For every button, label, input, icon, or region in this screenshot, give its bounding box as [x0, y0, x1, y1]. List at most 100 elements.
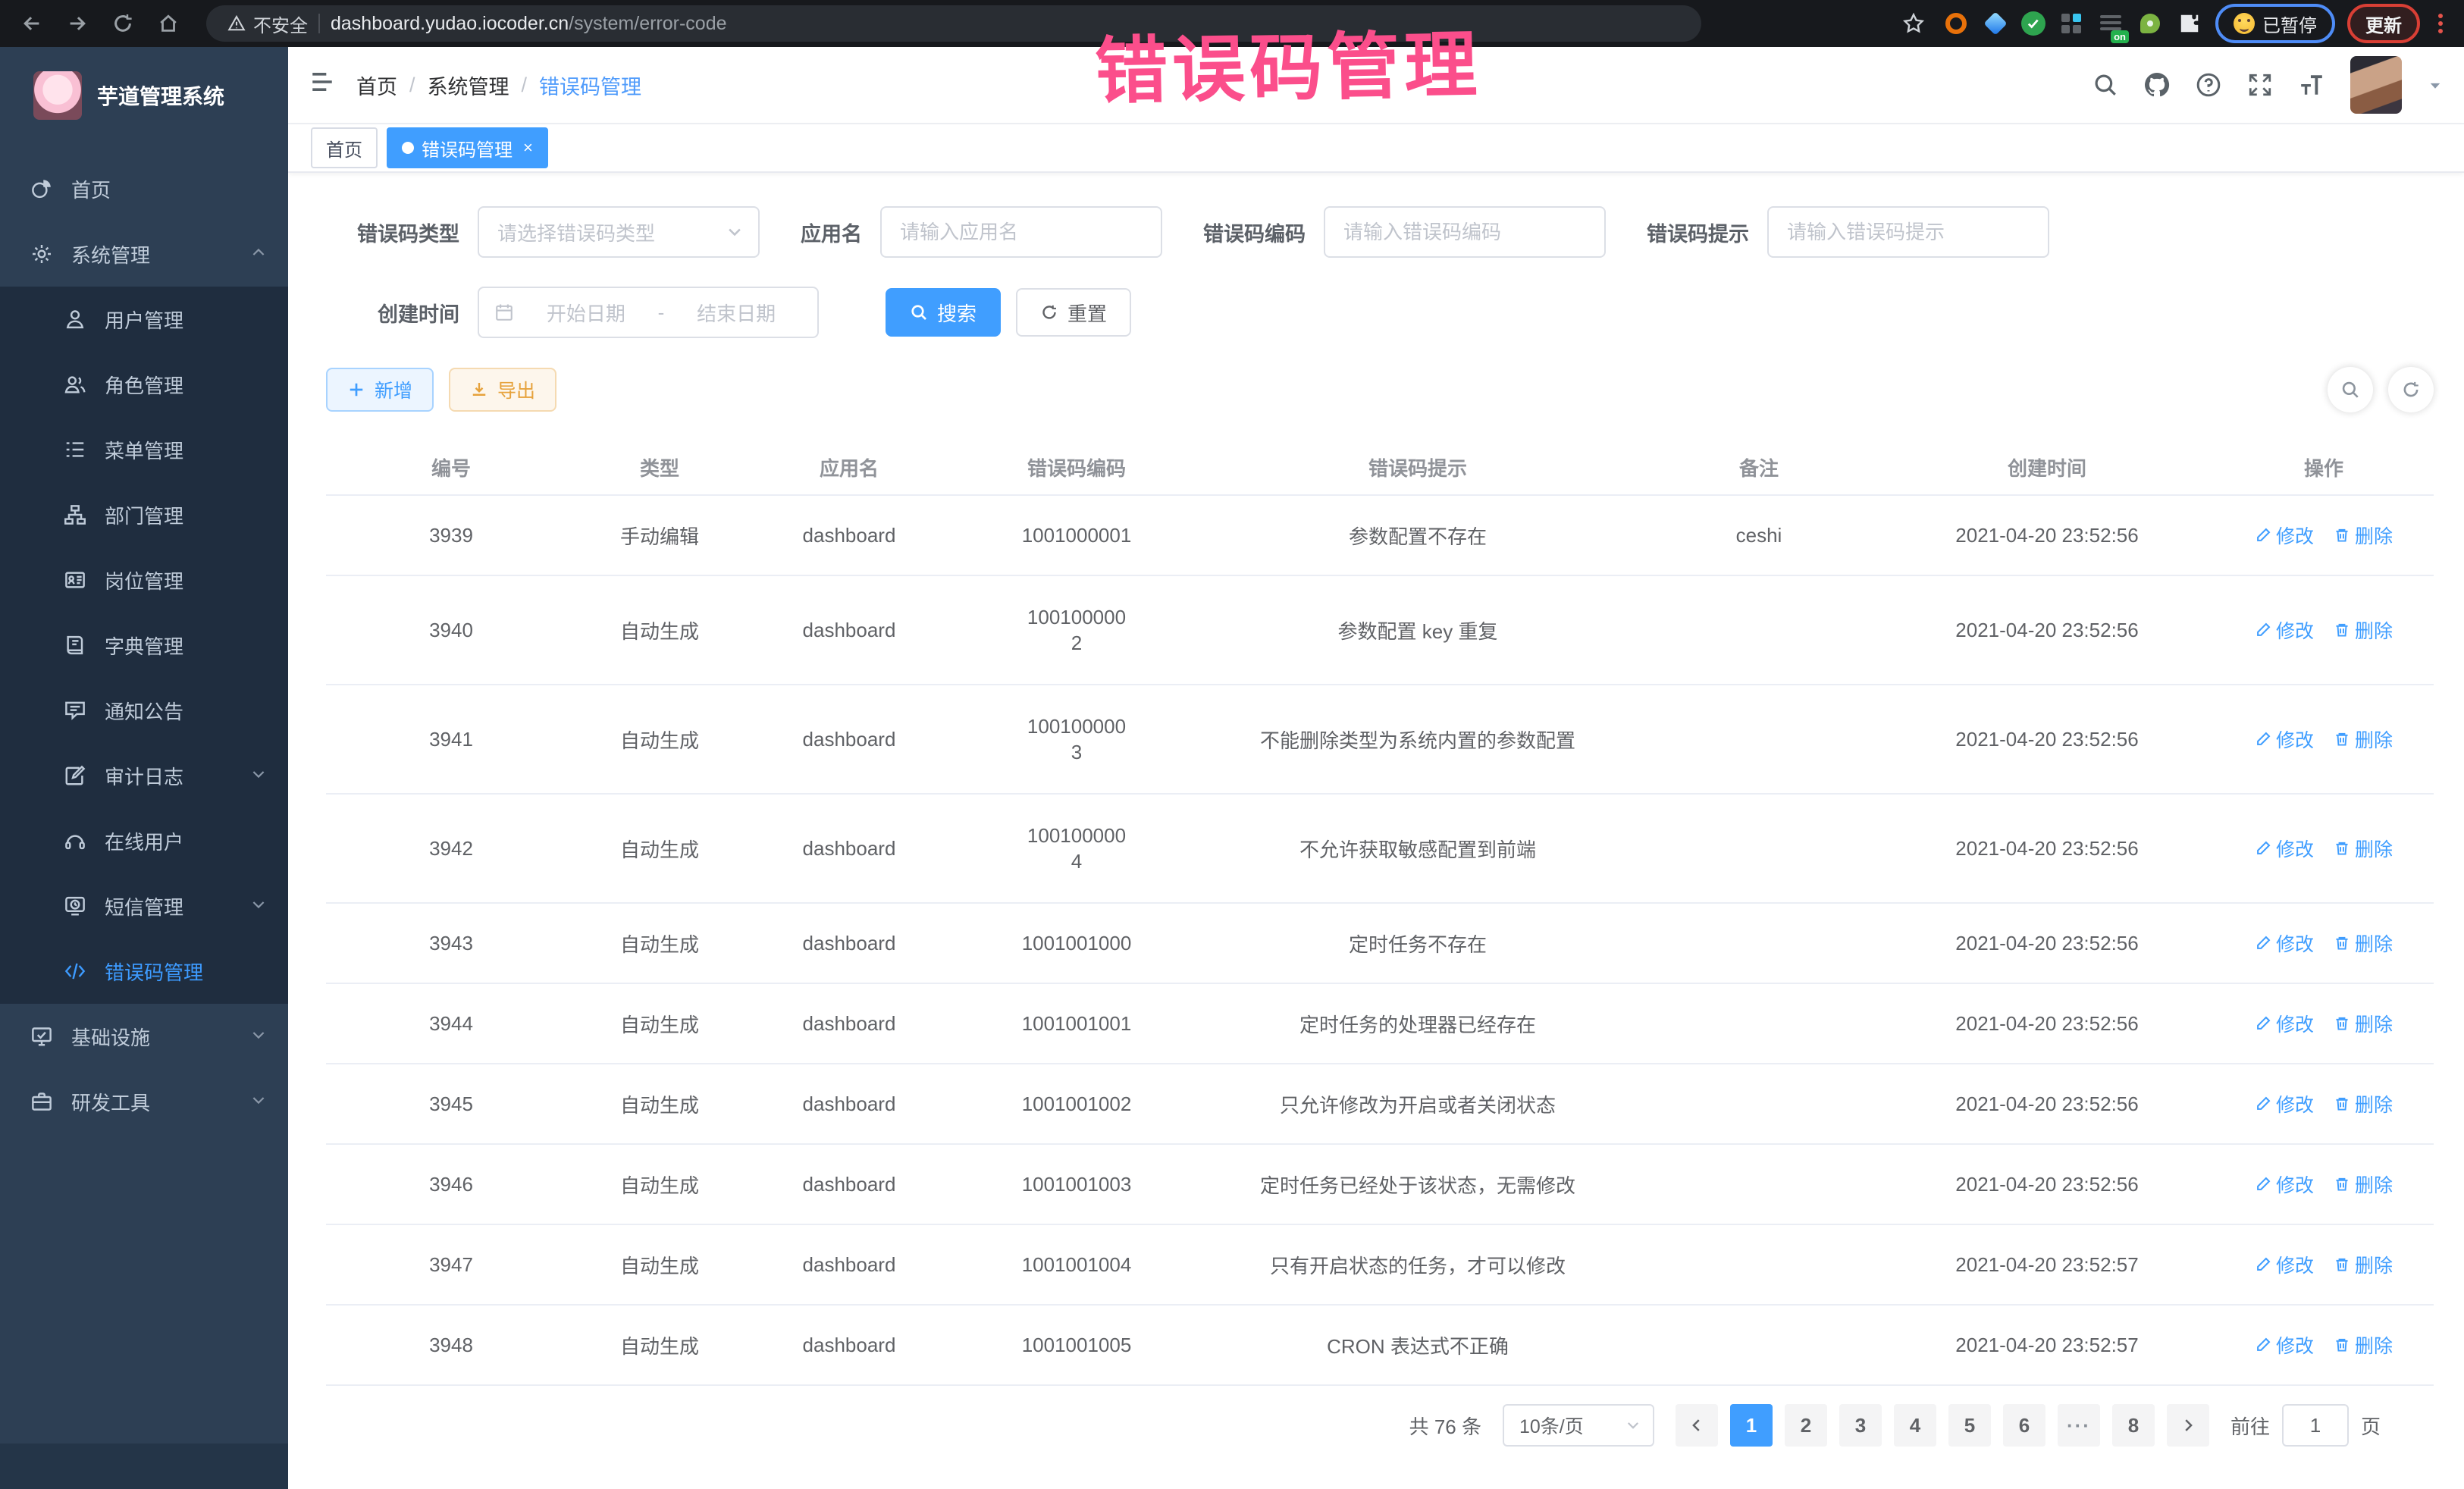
green-check-icon[interactable] — [2021, 11, 2045, 36]
back-arrow-icon — [20, 12, 43, 35]
delete-link[interactable]: 删除 — [2334, 522, 2393, 549]
goto-page-input[interactable] — [2282, 1404, 2349, 1447]
list-on-icon[interactable]: on — [2097, 10, 2124, 37]
edit-link[interactable]: 修改 — [2255, 616, 2314, 644]
cell-actions: 修改删除 — [2214, 716, 2434, 762]
sidebar-item-user[interactable]: 用户管理 — [0, 287, 288, 352]
page-button-2[interactable]: 2 — [1785, 1404, 1827, 1447]
sidebar-item-list[interactable]: 菜单管理 — [0, 417, 288, 482]
page-button-4[interactable]: 4 — [1894, 1404, 1936, 1447]
cell-type: 自动生成 — [576, 1322, 743, 1368]
sidebar-collapse-bar[interactable] — [0, 1444, 288, 1489]
sidebar-item-tree[interactable]: 部门管理 — [0, 482, 288, 547]
toggle-search-button[interactable] — [2328, 367, 2373, 412]
edit-link[interactable]: 修改 — [2255, 726, 2314, 753]
delete-link[interactable]: 删除 — [2334, 1171, 2393, 1198]
page-button-8[interactable]: 8 — [2112, 1404, 2155, 1447]
sidebar-item-notice[interactable]: 通知公告 — [0, 678, 288, 743]
green-pin-icon[interactable] — [2136, 10, 2164, 37]
table-row: 3941自动生成dashboard100100000 3不能删除类型为系统内置的… — [326, 685, 2434, 795]
sidebar-item-tools[interactable]: 研发工具 — [0, 1069, 288, 1134]
prev-page-button[interactable] — [1676, 1404, 1718, 1447]
blue-grid-icon[interactable] — [2058, 10, 2085, 37]
delete-link[interactable]: 删除 — [2334, 929, 2393, 957]
trash-icon — [2334, 1337, 2350, 1353]
search-icon[interactable] — [2093, 72, 2118, 98]
sidebar-item-book[interactable]: 字典管理 — [0, 613, 288, 678]
table-row: 3946自动生成dashboard1001001003定时任务已经处于该状态，无… — [326, 1145, 2434, 1225]
fullscreen-icon[interactable] — [2247, 72, 2273, 98]
avatar[interactable] — [2350, 56, 2402, 114]
edit-link[interactable]: 修改 — [2255, 522, 2314, 549]
filter-input[interactable] — [1324, 206, 1606, 258]
breadcrumb-item[interactable]: 系统管理 — [428, 71, 509, 100]
cell-actions: 修改删除 — [2214, 513, 2434, 558]
edit-link[interactable]: 修改 — [2255, 1251, 2314, 1278]
sidebar-item-audit[interactable]: 审计日志 — [0, 743, 288, 808]
github-icon[interactable] — [2144, 72, 2170, 98]
back-button[interactable] — [15, 7, 49, 40]
blue-gem-icon[interactable] — [1982, 10, 2009, 37]
chevron-down-icon[interactable] — [2428, 71, 2443, 99]
delete-link[interactable]: 删除 — [2334, 835, 2393, 862]
edit-link[interactable]: 修改 — [2255, 1171, 2314, 1198]
tag-item[interactable]: 首页 — [311, 127, 378, 168]
delete-link[interactable]: 删除 — [2334, 1090, 2393, 1118]
home-button[interactable] — [152, 7, 185, 40]
reset-button[interactable]: 重置 — [1016, 288, 1131, 337]
page-button-6[interactable]: 6 — [2003, 1404, 2045, 1447]
delete-link[interactable]: 删除 — [2334, 1251, 2393, 1278]
security-warning[interactable]: 不安全 — [227, 11, 308, 37]
address-bar[interactable]: 不安全 dashboard.yudao.iocoder.cn/system/er… — [206, 5, 1701, 42]
date-range-picker[interactable]: 开始日期 - 结束日期 — [478, 287, 819, 338]
delete-link[interactable]: 删除 — [2334, 1010, 2393, 1037]
reload-button[interactable] — [106, 7, 140, 40]
page-button-1[interactable]: 1 — [1730, 1404, 1773, 1447]
collapse-sidebar-button[interactable] — [309, 69, 335, 101]
edit-link[interactable]: 修改 — [2255, 929, 2314, 957]
edit-link[interactable]: 修改 — [2255, 1090, 2314, 1118]
breadcrumb-item: 错误码管理 — [539, 71, 641, 100]
edit-link[interactable]: 修改 — [2255, 835, 2314, 862]
page-size-select[interactable]: 10条/页 — [1503, 1404, 1654, 1447]
search-button[interactable]: 搜索 — [886, 288, 1001, 337]
sidebar-item-badge[interactable]: 岗位管理 — [0, 547, 288, 613]
filter-input[interactable] — [1767, 206, 2049, 258]
next-page-button[interactable] — [2167, 1404, 2209, 1447]
help-icon[interactable] — [2196, 72, 2221, 98]
sidebar-item-code[interactable]: 错误码管理 — [0, 939, 288, 1004]
update-button[interactable]: 更新 — [2347, 4, 2420, 43]
font-size-icon[interactable] — [2299, 72, 2324, 98]
edit-link[interactable]: 修改 — [2255, 1010, 2314, 1037]
browser-menu-icon[interactable] — [2432, 14, 2449, 33]
page-button-3[interactable]: 3 — [1839, 1404, 1882, 1447]
export-button[interactable]: 导出 — [449, 368, 556, 412]
forward-button[interactable] — [61, 7, 94, 40]
edit-link[interactable]: 修改 — [2255, 1331, 2314, 1359]
tag-active[interactable]: 错误码管理× — [387, 127, 548, 168]
delete-link[interactable]: 删除 — [2334, 726, 2393, 753]
action-label: 修改 — [2276, 522, 2314, 549]
app-logo-row[interactable]: 芋道管理系统 — [0, 47, 288, 144]
delete-link[interactable]: 删除 — [2334, 1331, 2393, 1359]
more-pages-button[interactable]: ··· — [2058, 1404, 2100, 1447]
add-button[interactable]: 新增 — [326, 368, 434, 412]
sidebar-item-online[interactable]: 在线用户 — [0, 808, 288, 873]
refresh-table-button[interactable] — [2388, 367, 2434, 412]
puzzle-icon[interactable] — [2176, 10, 2203, 37]
paused-extension-pill[interactable]: 已暂停 — [2215, 4, 2335, 43]
sidebar-item-sms[interactable]: 短信管理 — [0, 873, 288, 939]
page-button-5[interactable]: 5 — [1948, 1404, 1991, 1447]
close-icon[interactable]: × — [523, 139, 533, 156]
sidebar-item-users[interactable]: 角色管理 — [0, 352, 288, 417]
delete-link[interactable]: 删除 — [2334, 616, 2393, 644]
bookmark-star-icon[interactable] — [1897, 7, 1930, 40]
sidebar-item-infra[interactable]: 基础设施 — [0, 1004, 288, 1069]
sidebar-item-home[interactable]: 首页 — [0, 156, 288, 221]
breadcrumb-item[interactable]: 首页 — [356, 71, 397, 100]
error-code-type-select[interactable]: 请选择错误码类型 — [478, 206, 760, 258]
sms-icon — [64, 895, 86, 917]
orange-ring-icon[interactable] — [1942, 10, 1970, 37]
filter-input[interactable] — [880, 206, 1162, 258]
sidebar-item-gear[interactable]: 系统管理 — [0, 221, 288, 287]
